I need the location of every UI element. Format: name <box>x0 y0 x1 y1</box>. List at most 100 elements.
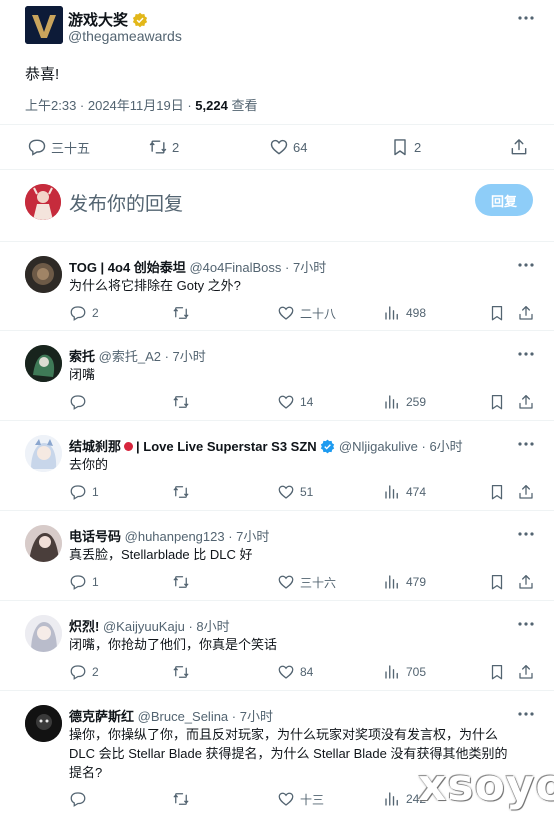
reply-time[interactable]: · 7小时 <box>232 709 273 724</box>
reply-button[interactable]: 2 <box>69 304 99 322</box>
reply-text-line: 操你，你操纵了你，而且反对玩家，为什么玩家对奖项没有发言权，为什么 <box>69 727 499 742</box>
views-button[interactable]: 474 <box>383 483 426 501</box>
views-button[interactable]: 705 <box>383 663 426 681</box>
reply-button[interactable]: 三十五 <box>27 137 90 157</box>
like-count: 84 <box>300 665 314 679</box>
views-button[interactable]: 259 <box>383 393 426 411</box>
share-icon <box>511 139 527 155</box>
avatar[interactable] <box>25 256 62 293</box>
more-options-icon[interactable] <box>516 434 536 454</box>
like-button[interactable]: 84 <box>277 663 313 681</box>
author-handle[interactable]: @Nljigakulive <box>339 439 418 454</box>
like-button[interactable]: 64 <box>269 137 307 157</box>
bookmark-button[interactable]: 2 <box>390 137 421 157</box>
reply-button[interactable] <box>69 790 92 808</box>
retweet-button[interactable] <box>172 304 190 322</box>
retweet-button[interactable] <box>172 790 190 808</box>
more-options-icon[interactable] <box>516 255 536 275</box>
bookmark-button[interactable] <box>488 573 506 591</box>
more-options-icon[interactable] <box>516 524 536 544</box>
author-handle[interactable]: @索托_A2 <box>99 349 161 364</box>
author-name[interactable]: 炽烈! <box>69 619 99 634</box>
author-handle[interactable]: @KaijyuuKaju <box>103 619 185 634</box>
reply-item[interactable]: 索托 @索托_A2 · 7小时 闭嘴 14 259 <box>0 332 554 421</box>
reply-button[interactable]: 1 <box>69 573 99 591</box>
share-button[interactable] <box>517 663 535 681</box>
more-options-icon[interactable] <box>516 8 536 28</box>
avatar[interactable] <box>25 6 63 44</box>
share-button[interactable] <box>517 573 535 591</box>
views-button[interactable]: 498 <box>383 304 426 322</box>
main-post: 游戏大奖 @thegameawards 恭喜! 上午2:33 · 2024年11… <box>0 0 554 242</box>
reply-input[interactable]: 发布你的回复 <box>69 189 183 216</box>
reply-submit-button[interactable]: 回复 <box>475 184 533 216</box>
reply-header: 索托 @索托_A2 · 7小时 <box>69 346 206 365</box>
like-button[interactable]: 14 <box>277 393 313 411</box>
reply-item[interactable]: TOG | 4o4 创始泰坦 @4o4FinalBoss · 7小时 为什么将它… <box>0 243 554 331</box>
like-button[interactable]: 十三 <box>277 790 324 808</box>
like-button[interactable]: 二十八 <box>277 304 336 322</box>
like-count: 14 <box>300 395 314 409</box>
reply-time[interactable]: · 7小时 <box>228 529 269 544</box>
game-awards-logo-icon <box>25 6 63 44</box>
author-handle[interactable]: @4o4FinalBoss <box>189 260 281 275</box>
watermark: xsoyo <box>418 760 554 811</box>
share-button[interactable] <box>517 483 535 501</box>
reply-button[interactable]: 2 <box>69 663 99 681</box>
avatar[interactable] <box>25 705 62 742</box>
retweet-button[interactable] <box>172 483 190 501</box>
reply-time[interactable]: · 7小时 <box>165 349 206 364</box>
views-count: 259 <box>406 395 427 409</box>
share-icon <box>519 484 533 499</box>
reply-time[interactable]: · 8小时 <box>188 619 229 634</box>
retweet-button[interactable] <box>172 393 190 411</box>
avatar[interactable] <box>25 435 62 472</box>
reply-item[interactable]: 炽烈! @KaijyuuKaju · 8小时 闭嘴，你抢劫了他们，你真是个笑话 … <box>0 602 554 691</box>
more-options-icon[interactable] <box>516 704 536 724</box>
author-name[interactable]: 德克萨斯红 <box>69 709 134 724</box>
author-handle[interactable]: @Bruce_Selina <box>138 709 229 724</box>
bookmark-button[interactable] <box>488 393 506 411</box>
avatar[interactable] <box>25 345 62 382</box>
more-options-icon[interactable] <box>516 344 536 364</box>
handle[interactable]: @thegameawards <box>68 28 182 44</box>
reply-button[interactable]: 1 <box>69 483 99 501</box>
share-button[interactable] <box>517 304 535 322</box>
bookmark-button[interactable] <box>488 304 506 322</box>
reply-header: 电话号码 @huhanpeng123 · 7小时 <box>69 526 269 545</box>
avatar[interactable] <box>25 615 62 652</box>
author-name[interactable]: TOG | 4o4 创始泰坦 <box>69 260 186 275</box>
like-button[interactable]: 51 <box>277 483 313 501</box>
reply-button[interactable] <box>69 393 92 411</box>
more-options-icon[interactable] <box>516 614 536 634</box>
bookmark-icon <box>491 305 503 321</box>
avatar[interactable] <box>25 525 62 562</box>
display-name-text[interactable]: 游戏大奖 <box>68 9 128 30</box>
bookmark-icon <box>491 574 503 590</box>
views-button[interactable]: 479 <box>383 573 426 591</box>
author-name[interactable]: 索托 <box>69 349 95 364</box>
avatar-image-icon <box>25 435 62 472</box>
reply-icon <box>70 306 86 321</box>
post-time[interactable]: 上午2:33 · 2024年11月19日 · <box>25 98 195 113</box>
share-button[interactable] <box>517 393 535 411</box>
reply-item[interactable]: 结城刹那 | Love Live Superstar S3 SZN @Nljiga… <box>0 422 554 511</box>
bookmark-button[interactable] <box>488 663 506 681</box>
like-button[interactable]: 三十六 <box>277 573 336 591</box>
reply-time[interactable]: · 7小时 <box>285 260 326 275</box>
author-handle[interactable]: @huhanpeng123 <box>125 529 225 544</box>
post-text: 恭喜! <box>25 66 60 83</box>
author-name[interactable]: 结城刹那 | Love Live Superstar S3 SZN <box>69 439 317 454</box>
author-name-part: 结城刹那 <box>69 439 122 454</box>
bookmark-button[interactable] <box>488 483 506 501</box>
avatar[interactable] <box>25 184 61 220</box>
retweet-button[interactable] <box>172 573 190 591</box>
retweet-button[interactable] <box>172 663 190 681</box>
bookmark-icon <box>394 139 406 156</box>
author-name[interactable]: 电话号码 <box>69 529 121 544</box>
share-button[interactable] <box>509 137 529 157</box>
retweet-button[interactable]: 2 <box>148 137 179 157</box>
reply-item[interactable]: 电话号码 @huhanpeng123 · 7小时 真丢脸，Stellarblad… <box>0 512 554 601</box>
reply-time[interactable]: · 6小时 <box>422 439 463 454</box>
display-name[interactable]: 游戏大奖 <box>68 9 148 30</box>
